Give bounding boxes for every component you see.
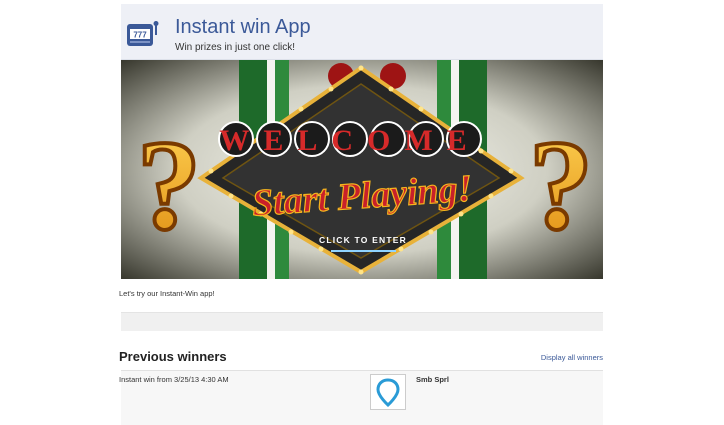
welcome-banner[interactable]: WELCOME Start Playing! CLICK TO ENTER ? … <box>121 60 603 279</box>
app-subtitle: Win prizes in just one click! <box>175 42 296 53</box>
winner-avatar[interactable] <box>370 374 406 410</box>
welcome-sign-text: WELCOME <box>219 124 480 157</box>
banner-graphic: WELCOME Start Playing! CLICK TO ENTER ? … <box>121 60 603 279</box>
winner-name[interactable]: Smb Sprl <box>416 375 449 384</box>
map-pin-icon <box>376 378 400 408</box>
display-all-winners-link[interactable]: Display all winners <box>541 353 603 362</box>
winner-date-text: Instant win from 3/25/13 4:30 AM <box>119 375 229 384</box>
intro-text: Let's try our Instant-Win app! <box>119 289 215 298</box>
right-question-mark-icon: ? <box>529 114 593 256</box>
app-title: Instant win App <box>175 16 311 38</box>
instant-win-app: 777 Instant win App Win prizes in just o… <box>119 0 603 425</box>
click-to-enter-label[interactable]: CLICK TO ENTER <box>319 235 407 245</box>
separator-bar <box>121 312 603 331</box>
slot-machine-icon: 777 <box>127 21 159 46</box>
previous-winners-title: Previous winners <box>119 349 227 364</box>
left-question-mark-icon: ? <box>137 114 201 256</box>
app-header: 777 Instant win App Win prizes in just o… <box>121 4 603 60</box>
click-to-enter-underline <box>331 250 396 252</box>
logo-digits: 777 <box>133 31 147 40</box>
